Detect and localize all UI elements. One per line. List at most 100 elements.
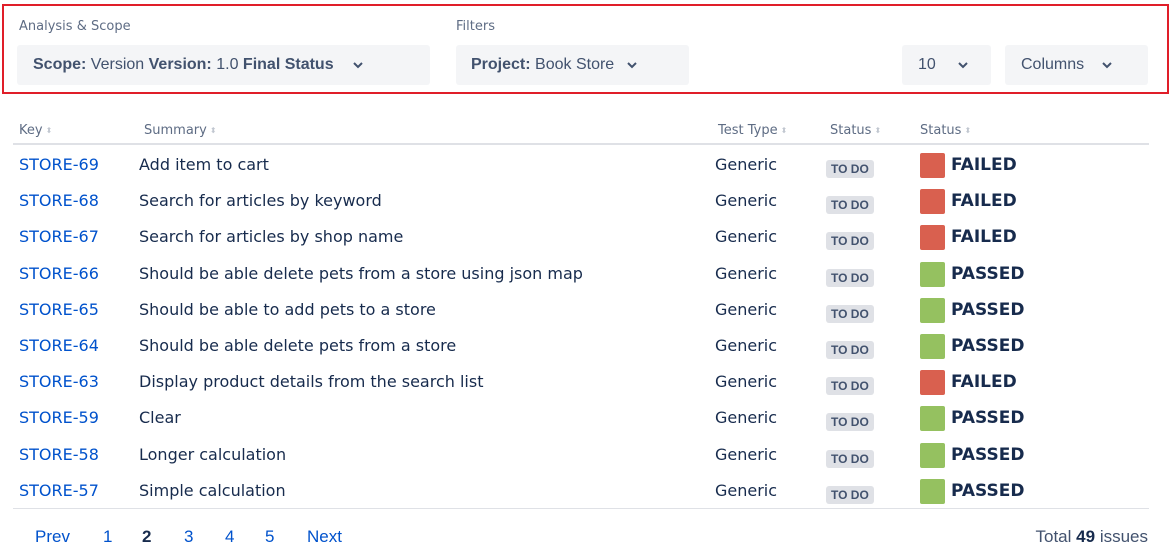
sort-icon: ⬍ [209,126,217,135]
issue-key-link[interactable]: STORE-68 [19,183,99,219]
table-row: STORE-66 Should be able delete pets from … [0,256,1175,292]
header-divider [13,143,1149,145]
sort-icon: ⬍ [964,126,972,135]
test-type: Generic [715,263,778,283]
column-header-test-type[interactable]: Test Type ⬍ [718,123,787,138]
next-page-link[interactable]: Next [307,527,342,547]
page-link-1[interactable]: 1 [103,527,112,547]
column-header-key[interactable]: Key ⬍ [19,123,52,138]
test-status-label: PASSED [951,299,1025,320]
issue-summary: Search for articles by keyword [139,191,382,211]
column-header-summary[interactable]: Summary ⬍ [144,123,217,138]
sort-icon: ⬍ [45,126,53,135]
filters-label: Filters [456,19,495,34]
test-type: Generic [715,408,778,428]
page-link-3[interactable]: 3 [184,527,193,547]
total-issues: Total 49 issues [1036,527,1149,547]
analysis-scope-label: Analysis & Scope [19,19,131,34]
table-row: STORE-58 Longer calculation Generic TO DO PA… [0,437,1175,473]
test-status-color-swatch [920,297,945,323]
table-row: STORE-59 Clear Generic TO DO PASSED [0,400,1175,436]
header-label: Summary [144,123,207,138]
status-lozenge: TO DO [826,449,874,468]
issue-key-link[interactable]: STORE-65 [19,292,99,328]
project-value: Book Store [535,56,615,73]
status-lozenge: TO DO [826,160,874,178]
issue-key-link[interactable]: STORE-66 [19,256,99,292]
header-label: Status [830,123,872,138]
test-status-label: FAILED [951,227,1017,248]
status-lozenge: TO DO [826,304,874,323]
issue-summary: Should be able delete pets from a store … [139,263,583,283]
test-type: Generic [715,227,778,247]
page-link-5[interactable]: 5 [265,527,274,547]
table-row: STORE-57 Simple calculation Generic TO DO PA… [0,473,1175,509]
page-link-2-current: 2 [142,527,152,546]
column-header-test-status[interactable]: Status ⬍ [920,123,971,138]
chevron-down-icon [1101,59,1113,71]
issue-key-link[interactable]: STORE-67 [19,219,99,255]
issue-key-link[interactable]: STORE-57 [19,473,99,509]
status-lozenge: TO DO [826,232,874,251]
table-row: STORE-63 Display product details from the… [0,364,1175,400]
issue-key-link[interactable]: STORE-59 [19,400,99,436]
test-status-color-swatch [920,153,945,178]
issue-key-link[interactable]: STORE-58 [19,437,99,473]
test-status-color-swatch [920,478,945,504]
header-label: Key [19,123,43,138]
test-status-color-swatch [920,261,945,287]
test-status-label: PASSED [951,480,1025,501]
sort-icon: ⬍ [874,126,882,135]
test-type: Generic [715,299,778,319]
table-row: STORE-65 Should be able to add pets to a … [0,292,1175,328]
test-status-color-swatch [920,189,945,215]
page-size-value: 10 [918,56,936,73]
issue-key-link[interactable]: STORE-64 [19,328,99,364]
column-header-status[interactable]: Status ⬍ [830,123,881,138]
issue-key-link[interactable]: STORE-63 [19,364,99,400]
columns-label: Columns [1021,56,1085,73]
issue-key-link[interactable]: STORE-69 [19,147,99,183]
total-prefix: Total [1035,527,1072,546]
status-lozenge: TO DO [826,196,874,215]
test-type: Generic [715,191,778,211]
test-type: Generic [715,155,778,174]
issue-summary: Should be able to add pets to a store [139,299,436,319]
issue-summary: Simple calculation [139,480,286,500]
page-link-4[interactable]: 4 [225,527,234,547]
test-status-color-swatch [920,370,945,396]
table-row: STORE-69 Add item to cart Generic TO DO FAIL… [0,147,1175,183]
test-status-color-swatch [920,442,945,468]
total-count: 49 [1076,527,1096,546]
columns-dropdown[interactable]: Columns [1005,45,1148,85]
test-type: Generic [715,444,778,464]
chevron-down-icon [352,59,364,71]
issue-summary: Clear [139,408,181,428]
sort-icon: ⬍ [780,126,788,135]
prev-page-link[interactable]: Prev [35,527,70,547]
total-suffix: issues [1099,527,1148,546]
test-status-label: PASSED [951,444,1025,465]
table-bottom-divider [13,508,1149,509]
status-lozenge: TO DO [826,377,874,396]
issue-summary: Longer calculation [139,444,287,464]
issue-summary: Should be able delete pets from a store [139,336,457,355]
status-lozenge: TO DO [826,413,874,432]
issue-summary: Add item to cart [139,155,269,174]
project-filter-dropdown[interactable]: Project: Book Store [456,45,689,85]
test-status-color-swatch [920,406,945,432]
test-status-label: PASSED [951,263,1025,284]
test-type: Generic [715,480,778,500]
status-lozenge: TO DO [826,268,874,287]
final-status-key: Final Status [242,56,334,73]
version-value: 1.0 [216,56,239,73]
page-size-dropdown[interactable]: 10 [902,45,991,85]
test-status-color-swatch [920,334,945,359]
test-type: Generic [715,372,778,392]
project-key: Project: [471,56,531,73]
issue-summary: Search for articles by shop name [139,227,404,247]
table-row: STORE-67 Search for articles by shop name… [0,219,1175,255]
table-row: STORE-64 Should be able delete pets from … [0,328,1175,364]
scope-dropdown[interactable]: Scope: Version Version: 1.0 Final Status [17,45,430,85]
header-label: Test Type [718,123,778,138]
